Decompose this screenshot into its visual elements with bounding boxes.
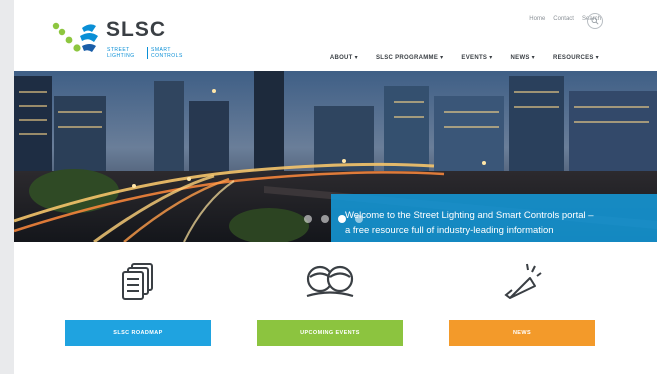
logo-title: SLSC [106,18,167,41]
hero-caption-line: a free resource full of industry-leading… [345,225,554,236]
nav-about[interactable]: ABOUT ▾ [330,54,358,61]
slider-dot[interactable] [304,215,312,223]
upcoming-events-button[interactable]: UPCOMING EVENTS [257,320,403,346]
nav-news[interactable]: NEWS ▾ [511,54,535,61]
nav-events[interactable]: EVENTS ▾ [461,54,492,61]
logo-tagline-word: LIGHTING [107,53,135,59]
search-button[interactable] [587,13,603,29]
slider-pagination [304,215,363,223]
documents-icon [122,263,153,300]
logo[interactable]: SLSC STREET LIGHTING SMART CONTROLS [52,16,192,64]
feature-news: NEWS [449,262,595,346]
hero-caption-line: Welcome to the Street Lighting and Smart… [345,210,594,221]
feature-roadmap: SLSC ROADMAP [65,262,211,346]
hero-caption: Welcome to the Street Lighting and Smart… [331,194,657,242]
feature-events: UPCOMING EVENTS [257,262,403,346]
slider-dot[interactable] [321,215,329,223]
home-link[interactable]: Home [529,16,545,22]
slider-dot-active[interactable] [338,215,346,223]
contact-link[interactable]: Contact [553,16,574,22]
logo-mark-icon [52,22,98,52]
slider-dot[interactable] [355,215,363,223]
roadmap-button[interactable]: SLSC ROADMAP [65,320,211,346]
people-icon [306,265,354,298]
nav-slsc-programme[interactable]: SLSC PROGRAMME ▾ [376,54,443,61]
main-nav: ABOUT ▾ SLSC PROGRAMME ▾ EVENTS ▾ NEWS ▾… [330,54,599,61]
nav-resources[interactable]: RESOURCES ▾ [553,54,599,61]
news-button[interactable]: NEWS [449,320,595,346]
logo-tagline-word: CONTROLS [151,53,183,59]
page: SLSC STREET LIGHTING SMART CONTROLS Home… [14,0,657,374]
search-icon [591,17,599,25]
megaphone-icon [504,263,542,299]
